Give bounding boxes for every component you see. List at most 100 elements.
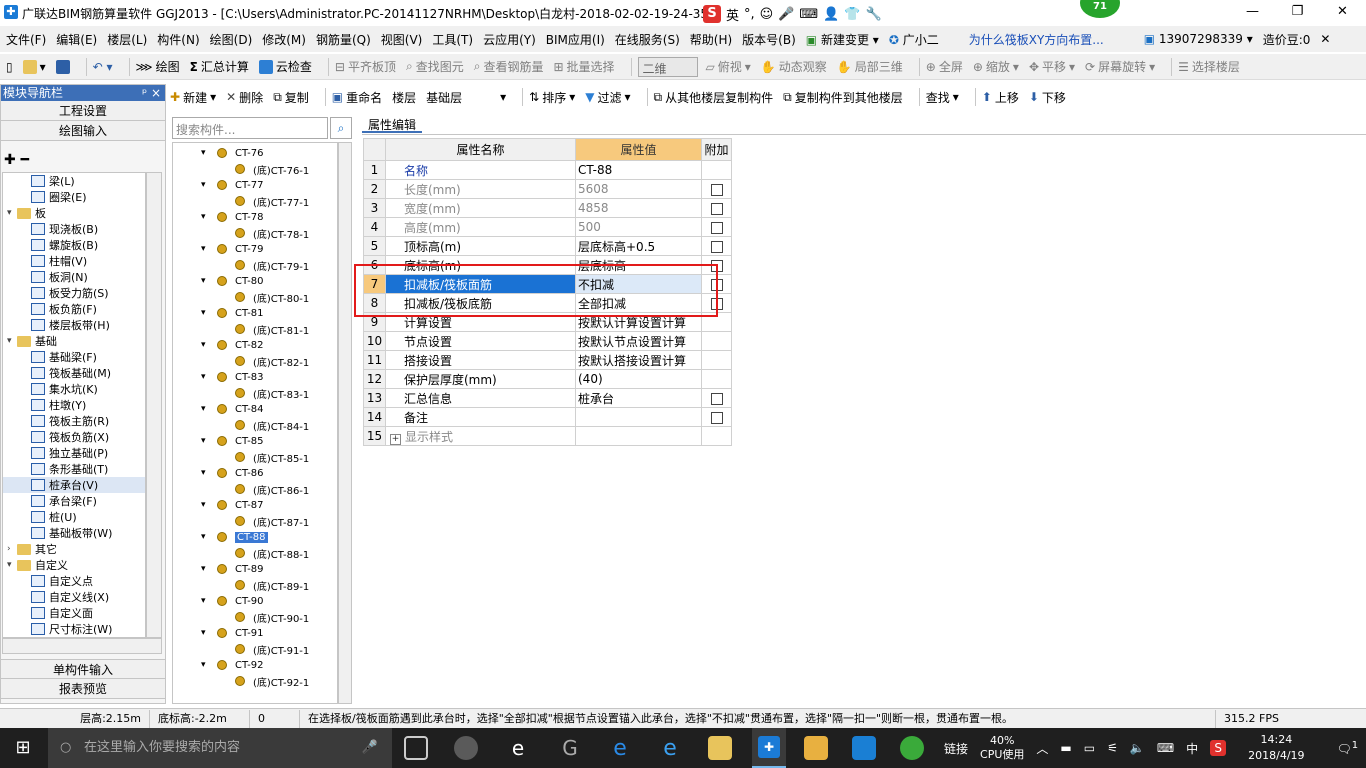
tree-toggle-icon[interactable]: ▾ bbox=[201, 340, 206, 350]
select-floor-button[interactable]: ☰ 选择楼层 bbox=[1178, 58, 1240, 75]
component-row[interactable]: ▾ CT-80 bbox=[173, 273, 337, 289]
nav-tree-item[interactable]: 筏板负筋(X) bbox=[3, 429, 145, 445]
ime-shirt-icon[interactable]: 👕 bbox=[844, 7, 860, 22]
user-account[interactable]: ▣ 13907298339 ▾ bbox=[1144, 32, 1253, 46]
extra-checkbox[interactable] bbox=[710, 392, 723, 405]
tree-toggle-icon[interactable]: › bbox=[7, 544, 17, 554]
keyboard-icon[interactable]: ⌨ bbox=[1157, 741, 1174, 755]
attribute-row[interactable]: 3 宽度(mm) 4858 bbox=[363, 198, 732, 218]
drawing-input-button[interactable]: 绘图输入 bbox=[1, 121, 165, 141]
menu-floor[interactable]: 楼层(L) bbox=[107, 31, 147, 48]
attribute-row[interactable]: 11 搭接设置 按默认搭接设置计算 bbox=[363, 350, 732, 370]
tree-toggle-icon[interactable]: ▾ bbox=[201, 500, 206, 510]
component-search-input[interactable]: 搜索构件... bbox=[172, 117, 328, 139]
sort-button[interactable]: ⇅ 排序 ▾ bbox=[529, 89, 575, 106]
fan-app-icon[interactable] bbox=[454, 736, 478, 760]
nav-tree-item[interactable]: ▾ 自定义 bbox=[3, 557, 145, 573]
rename-button[interactable]: ▣ 重命名 bbox=[332, 89, 382, 106]
attribute-row[interactable]: 13 汇总信息 桩承台 bbox=[363, 388, 732, 408]
nav-tree-item[interactable]: 螺旋板(B) bbox=[3, 237, 145, 253]
fullscreen-button[interactable]: ⊕ 全屏 bbox=[926, 58, 963, 75]
menu-view[interactable]: 视图(V) bbox=[381, 31, 423, 48]
edge-icon[interactable]: e bbox=[608, 736, 632, 761]
ime-keyboard-icon[interactable]: ⌨ bbox=[799, 7, 818, 22]
attribute-row[interactable]: 1 名称 CT-88 bbox=[363, 160, 732, 180]
component-row[interactable]: ▾ CT-84 bbox=[173, 401, 337, 417]
attribute-value[interactable]: 按默认搭接设置计算 bbox=[575, 350, 702, 370]
nav-tree-item[interactable]: ▾ 基础 bbox=[3, 333, 145, 349]
nav-pin-icon[interactable]: ᵖ × bbox=[142, 85, 161, 101]
tree-toggle-icon[interactable]: ▾ bbox=[201, 532, 206, 542]
tree-toggle-icon[interactable]: ▾ bbox=[201, 596, 206, 606]
notepad-app-icon[interactable] bbox=[804, 736, 828, 760]
attribute-value[interactable]: 层底标高+0.5 bbox=[575, 236, 702, 256]
ime-mic-icon[interactable]: 🎤 bbox=[778, 7, 794, 22]
nav-vscrollbar[interactable] bbox=[146, 172, 162, 638]
taskbar-search-input[interactable]: ○ 在这里输入你要搜索的内容 🎤 bbox=[48, 728, 392, 768]
nav-hscrollbar[interactable] bbox=[2, 638, 162, 654]
wifi-icon[interactable]: ⚟ bbox=[1107, 741, 1118, 755]
extra-checkbox[interactable] bbox=[710, 202, 723, 215]
component-child-row[interactable]: (底)CT-85-1 bbox=[173, 449, 337, 465]
find-element-button[interactable]: ⌕ 查找图元 bbox=[406, 58, 464, 75]
component-child-row[interactable]: (底)CT-90-1 bbox=[173, 609, 337, 625]
browser-icon[interactable]: G bbox=[558, 736, 582, 760]
copy-to-floor-button[interactable]: ⧉ 复制构件到其他楼层 bbox=[783, 89, 903, 106]
menu-version[interactable]: 版本号(B) bbox=[742, 31, 796, 48]
collapse-all-icon[interactable]: ━ bbox=[21, 152, 29, 168]
report-preview-button[interactable]: 报表预览 bbox=[1, 679, 165, 699]
ime-toolbar[interactable]: S 英 °, ☺ 🎤 ⌨ 👤 👕 🔧 bbox=[703, 3, 882, 25]
component-child-row[interactable]: (底)CT-83-1 bbox=[173, 385, 337, 401]
nav-tree-item[interactable]: ▾ 板 bbox=[3, 205, 145, 221]
component-child-row[interactable]: (底)CT-82-1 bbox=[173, 353, 337, 369]
extra-checkbox[interactable] bbox=[710, 221, 723, 234]
nav-tree-item[interactable]: 现浇板(B) bbox=[3, 221, 145, 237]
tree-toggle-icon[interactable]: ▾ bbox=[201, 212, 206, 222]
tree-toggle-icon[interactable]: ▾ bbox=[201, 660, 206, 670]
nav-tree-item[interactable]: › 其它 bbox=[3, 541, 145, 557]
nav-tree-item[interactable]: 条形基础(T) bbox=[3, 461, 145, 477]
copy-from-floor-button[interactable]: ⧉ 从其他楼层复制构件 bbox=[654, 89, 774, 106]
component-child-row[interactable]: (底)CT-76-1 bbox=[173, 161, 337, 177]
close-button[interactable]: ✕ bbox=[1320, 0, 1365, 24]
rotate-button[interactable]: ⟳ 屏幕旋转 ▾ bbox=[1085, 58, 1155, 75]
component-vscrollbar[interactable] bbox=[338, 142, 352, 704]
tree-toggle-icon[interactable]: ▾ bbox=[201, 308, 206, 318]
link-label[interactable]: 链接 bbox=[944, 740, 968, 757]
menu-online[interactable]: 在线服务(S) bbox=[615, 31, 680, 48]
view-rebar-button[interactable]: ⌕ 查看钢筋量 bbox=[474, 58, 544, 75]
sum-button[interactable]: Σ 汇总计算 bbox=[190, 58, 249, 75]
menu-help[interactable]: 帮助(H) bbox=[690, 31, 732, 48]
cpu-usage[interactable]: 40% CPU使用 bbox=[980, 734, 1024, 762]
tree-toggle-icon[interactable]: ▾ bbox=[7, 336, 17, 346]
ime-lang[interactable]: 英 bbox=[726, 5, 739, 24]
glodon-app-icon[interactable] bbox=[852, 736, 876, 760]
component-row[interactable]: ▾ CT-78 bbox=[173, 209, 337, 225]
cloud-check-button[interactable]: 云检查 bbox=[258, 58, 312, 75]
nav-tree-item[interactable]: 圈梁(E) bbox=[3, 189, 145, 205]
component-child-row[interactable]: (底)CT-79-1 bbox=[173, 257, 337, 273]
attribute-row[interactable]: 4 高度(mm) 500 bbox=[363, 217, 732, 237]
component-row[interactable]: ▾ CT-88 bbox=[173, 529, 337, 545]
component-child-row[interactable]: (底)CT-91-1 bbox=[173, 641, 337, 657]
menu-cloud[interactable]: 云应用(Y) bbox=[483, 31, 536, 48]
attribute-row[interactable]: 2 长度(mm) 5608 bbox=[363, 179, 732, 199]
pan-button[interactable]: ✥ 平移 ▾ bbox=[1029, 58, 1075, 75]
component-child-row[interactable]: (底)CT-92-1 bbox=[173, 673, 337, 689]
attribute-value[interactable]: 按默认节点设置计算 bbox=[575, 331, 702, 351]
ggj-app-taskbar[interactable]: ✚ bbox=[752, 728, 786, 768]
tree-toggle-icon[interactable]: ▾ bbox=[201, 148, 206, 158]
attribute-row[interactable]: 14 备注 bbox=[363, 407, 732, 427]
component-row[interactable]: ▾ CT-92 bbox=[173, 657, 337, 673]
tree-toggle-icon[interactable]: ▾ bbox=[201, 564, 206, 574]
tray-up-icon[interactable]: ︿ bbox=[1036, 740, 1048, 757]
menu-draw[interactable]: 绘图(D) bbox=[210, 31, 253, 48]
zoom-button[interactable]: ⊕ 缩放 ▾ bbox=[973, 58, 1019, 75]
component-row[interactable]: ▾ CT-76 bbox=[173, 145, 337, 161]
component-child-row[interactable]: (底)CT-84-1 bbox=[173, 417, 337, 433]
component-row[interactable]: ▾ CT-86 bbox=[173, 465, 337, 481]
nav-tree-item[interactable]: 尺寸标注(W) bbox=[3, 621, 145, 637]
tree-toggle-icon[interactable]: ▾ bbox=[201, 372, 206, 382]
volume-icon[interactable]: 🔈 bbox=[1130, 741, 1145, 755]
save-icon[interactable] bbox=[55, 59, 70, 74]
